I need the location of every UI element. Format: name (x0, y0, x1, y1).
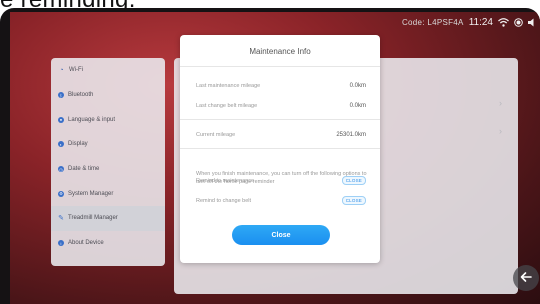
back-button[interactable] (513, 265, 539, 291)
sidebar-item-label: Bluetooth (68, 92, 94, 99)
sidebar-item-label: Wi-Fi (69, 67, 83, 74)
remind-belt-toggle[interactable]: CLOSE (341, 196, 366, 205)
sidebar-item-label: Display (68, 141, 88, 148)
bluetooth-icon: ᛒ (58, 92, 64, 99)
volume-icon[interactable] (528, 18, 536, 27)
display-icon: ◐ (58, 141, 64, 148)
sidebar-item-about-device[interactable]: i About Device (51, 231, 165, 256)
dialog-title: Maintenance Info (249, 47, 311, 56)
language-icon: ● (58, 116, 64, 123)
row-label: Last maintenance mileage (196, 83, 261, 89)
close-button[interactable]: Close (232, 225, 330, 245)
record-icon (514, 17, 523, 27)
sidebar-item-language[interactable]: ● Language & input (51, 107, 165, 132)
row-label: Remind to maintenance (196, 177, 255, 184)
remind-maintenance-toggle[interactable]: CLOSE (341, 176, 366, 185)
clock-icon: ◷ (58, 166, 64, 173)
sidebar-item-label: System Manager (68, 190, 114, 197)
remind-maintenance-row: Remind to maintenance CLOSE (196, 176, 366, 185)
wifi-icon: ◔ (59, 66, 64, 74)
row-value: 25301.0km (336, 132, 366, 138)
current-mileage-row: Current mileage 25301.0km (196, 132, 366, 138)
status-time: 11:24 (468, 16, 493, 28)
system-icon: ⚙ (58, 190, 64, 197)
sidebar-item-wifi[interactable]: ◔ Wi-Fi (51, 58, 165, 83)
arrow-left-icon (520, 270, 532, 287)
device-code: Code: L4PSF4A (401, 17, 464, 27)
status-bar: Code: L4PSF4A 11:24 (402, 14, 536, 30)
row-label: Last change belt mileage (196, 103, 258, 109)
row-label: Current mileage (196, 132, 236, 138)
sidebar-item-bluetooth[interactable]: ᛒ Bluetooth (51, 83, 165, 108)
device-bezel: Code: L4PSF4A 11:24 ◔ Wi-Fi ᛒ Bluetooth (0, 8, 540, 304)
row-value: 0.0km (349, 83, 366, 89)
sidebar-item-label: Language & input (68, 116, 116, 123)
last-belt-change-row: Last change belt mileage 0.0km (196, 103, 366, 109)
settings-sidebar: ◔ Wi-Fi ᛒ Bluetooth ● Language & input ◐… (51, 58, 165, 266)
sidebar-item-system-manager[interactable]: ⚙ System Manager (51, 181, 165, 206)
dialog-divider (180, 148, 380, 149)
dialog-divider (180, 66, 380, 67)
remind-belt-row: Remind to change belt CLOSE (196, 196, 366, 205)
sidebar-item-label: Date & time (68, 166, 100, 173)
row-label: Remind to change belt (196, 197, 252, 204)
sidebar-item-date-time[interactable]: ◷ Date & time (51, 157, 165, 182)
wifi-icon (498, 17, 509, 27)
screen: Code: L4PSF4A 11:24 ◔ Wi-Fi ᛒ Bluetooth (10, 12, 540, 304)
row-value: 0.0km (349, 103, 366, 109)
sidebar-item-label: About Device (68, 240, 104, 247)
chevron-right-icon[interactable]: › (499, 126, 502, 136)
maintenance-info-dialog: Maintenance Info Last maintenance mileag… (180, 35, 380, 263)
info-icon: i (58, 240, 64, 247)
wrench-icon: ✎ (58, 215, 64, 223)
dialog-divider (180, 119, 380, 120)
chevron-right-icon[interactable]: › (499, 98, 502, 108)
sidebar-item-treadmill-manager[interactable]: ✎ Treadmill Manager (51, 206, 165, 231)
sidebar-item-label: Treadmill Manager (68, 215, 118, 222)
last-maintenance-row: Last maintenance mileage 0.0km (196, 83, 366, 89)
sidebar-item-display[interactable]: ◐ Display (51, 132, 165, 157)
